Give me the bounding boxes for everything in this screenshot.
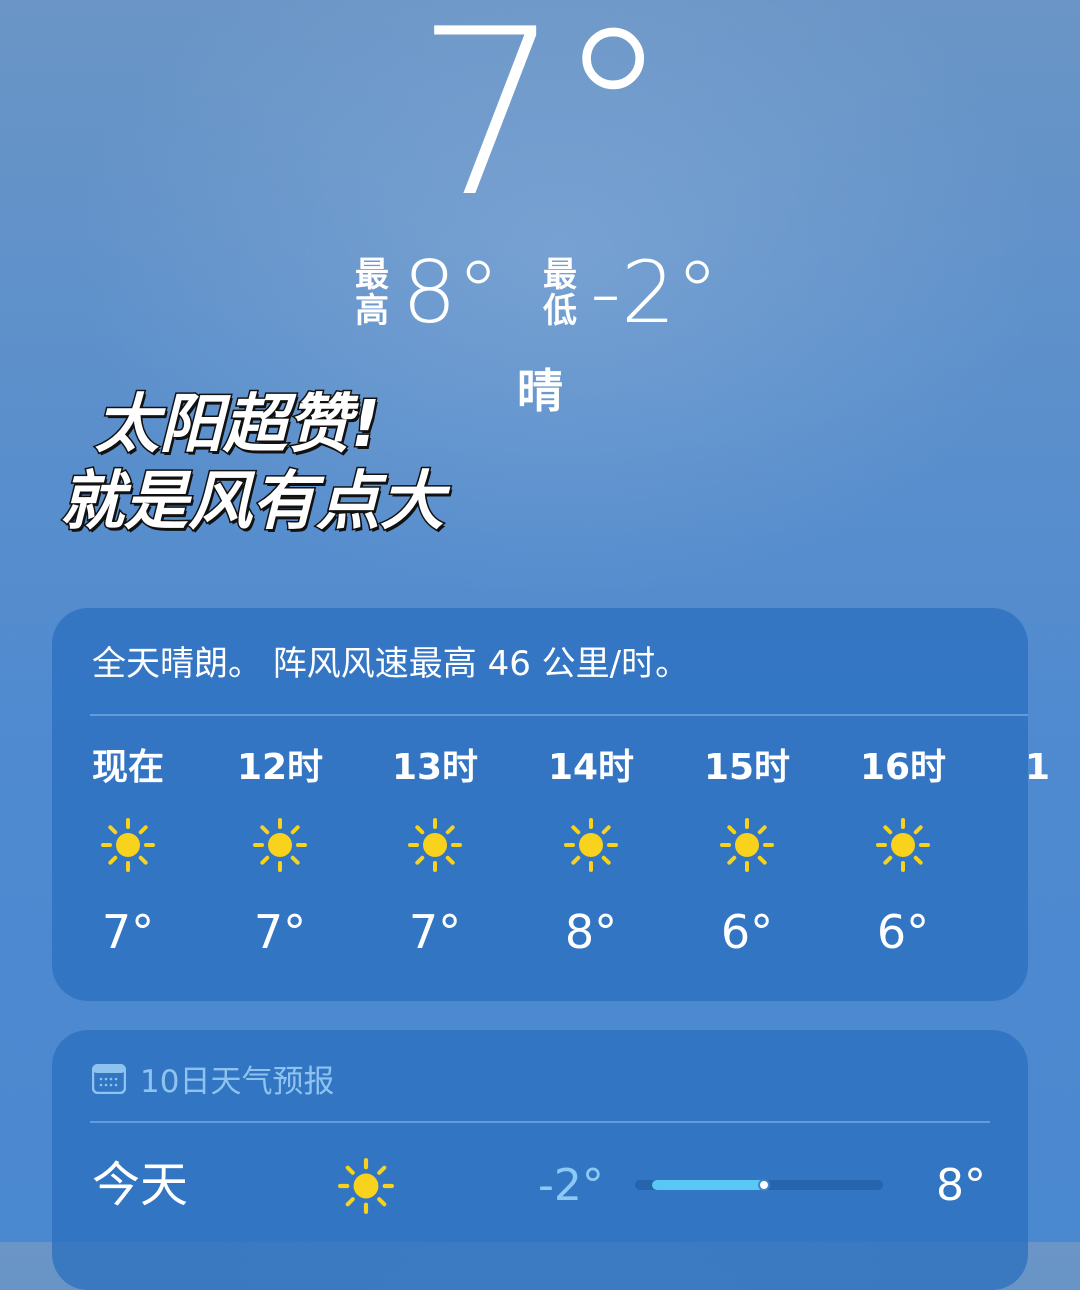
ten-day-forecast-card[interactable]: 10日天气预报 今天 -2° 8° bbox=[52, 1030, 1028, 1290]
high-label-text: 最 高 bbox=[355, 255, 389, 331]
sun-icon bbox=[564, 818, 618, 872]
sun-icon bbox=[720, 818, 774, 872]
hour-label: 14时 bbox=[547, 747, 635, 788]
hour-temp: 7° bbox=[408, 905, 462, 959]
low-value: -2° bbox=[590, 243, 719, 343]
caption-line-1: 太阳超赞! bbox=[93, 387, 381, 464]
low-temp: 最 低 -2° bbox=[540, 248, 719, 338]
forecast-title: 10日天气预报 bbox=[140, 1064, 335, 1100]
hour-label: 1 bbox=[1025, 747, 1051, 788]
day-high: 8° bbox=[936, 1160, 986, 1211]
high-label: 最 高 bbox=[352, 257, 392, 329]
hourly-forecast-card[interactable]: 全天晴朗。 阵风风速最高 46 公里/时。 现在 7° 12时 7° 13时 7° 14时 8… bbox=[52, 608, 1050, 1001]
low-label-text: 最 低 bbox=[543, 255, 577, 331]
low-label: 最 低 bbox=[540, 257, 580, 329]
hour-label: 现在 bbox=[91, 747, 164, 788]
hour-label: 15时 bbox=[703, 747, 791, 788]
sun-icon bbox=[338, 1158, 394, 1214]
caption-line-2: 就是风有点大 bbox=[59, 464, 446, 541]
current-temp-dot bbox=[757, 1179, 770, 1191]
divider bbox=[90, 1121, 990, 1123]
day-label: 今天 bbox=[92, 1157, 189, 1213]
sun-icon bbox=[338, 1158, 394, 1218]
hourly-summary: 全天晴朗。 阵风风速最高 46 公里/时。 bbox=[92, 644, 690, 684]
temp-range-bar bbox=[635, 1179, 883, 1191]
hour-label: 13时 bbox=[391, 747, 479, 788]
sun-icon bbox=[253, 818, 307, 872]
sun-icon bbox=[408, 818, 462, 872]
hour-temp: 7° bbox=[101, 905, 155, 959]
calendar-icon bbox=[92, 1063, 126, 1094]
hour-temp: 7° bbox=[253, 905, 307, 959]
sun-icon bbox=[101, 818, 155, 872]
hour-temp: 6° bbox=[720, 905, 774, 959]
hour-temp: 8° bbox=[564, 905, 618, 959]
high-value: 8° bbox=[402, 243, 500, 343]
day-low: -2° bbox=[538, 1160, 604, 1211]
current-temperature: 7° bbox=[415, 0, 670, 248]
sun-icon bbox=[876, 818, 930, 872]
divider bbox=[90, 714, 1028, 716]
hour-temp: 6° bbox=[876, 905, 930, 959]
forecast-header: 10日天气预报 bbox=[92, 1056, 334, 1101]
hour-label: 12时 bbox=[236, 747, 324, 788]
forecast-row-today[interactable]: 今天 -2° 8° bbox=[52, 1150, 1028, 1220]
temp-range-fill bbox=[652, 1180, 765, 1190]
high-temp: 最 高 8° bbox=[352, 248, 500, 338]
hour-label: 16时 bbox=[859, 747, 947, 788]
